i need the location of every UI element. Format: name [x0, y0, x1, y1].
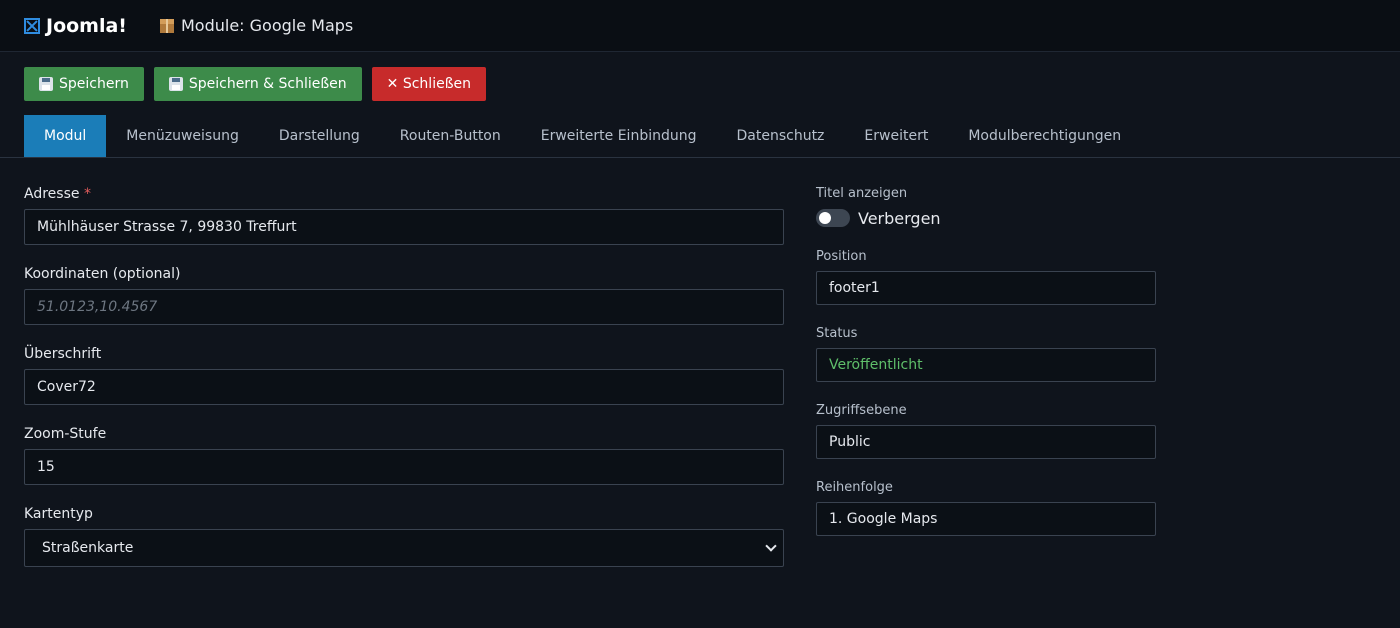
form-content: Adresse * Mühlhäuser Strasse 7, 99830 Tr…: [0, 186, 1400, 588]
zoom-field-group: Zoom-Stufe 15: [24, 426, 784, 485]
save-button[interactable]: Speichern: [24, 67, 144, 101]
coordinates-label: Koordinaten (optional): [24, 266, 181, 282]
address-field-group: Adresse * Mühlhäuser Strasse 7, 99830 Tr…: [24, 186, 784, 245]
save-button-label: Speichern: [59, 76, 129, 92]
access-select[interactable]: Public: [816, 425, 1156, 459]
heading-label: Überschrift: [24, 346, 102, 362]
tab-darstellung[interactable]: Darstellung: [259, 115, 380, 157]
status-select[interactable]: Veröffentlicht: [816, 348, 1156, 382]
coordinates-input[interactable]: 51.0123,10.4567: [24, 289, 784, 325]
tab-modul[interactable]: Modul: [24, 115, 107, 157]
heading-input[interactable]: Cover72: [24, 369, 784, 405]
status-group: Status Veröffentlicht: [816, 326, 1156, 382]
close-button[interactable]: ✕ Schließen: [371, 67, 487, 101]
ordering-group: Reihenfolge 1. Google Maps: [816, 480, 1156, 536]
required-marker: *: [83, 186, 91, 202]
tab-erweiterte-einbindung[interactable]: Erweiterte Einbindung: [521, 115, 717, 157]
access-label: Zugriffsebene: [816, 403, 907, 418]
map-type-select[interactable]: Straßenkarte: [24, 529, 784, 567]
tab-bar: Modul Menüzuweisung Darstellung Routen-B…: [0, 115, 1400, 158]
position-label: Position: [816, 249, 867, 264]
chevron-down-icon: [765, 540, 777, 552]
floppy-disk-icon: [168, 77, 183, 91]
position-group: Position footer1: [816, 249, 1156, 305]
brand-name: Joomla!: [46, 14, 127, 37]
main-form: Adresse * Mühlhäuser Strasse 7, 99830 Tr…: [24, 186, 784, 588]
top-header: Joomla! Module: Google Maps: [0, 0, 1400, 52]
joomla-logo-icon: [24, 17, 40, 34]
position-input[interactable]: footer1: [816, 271, 1156, 305]
package-icon: [159, 18, 175, 34]
zoom-label: Zoom-Stufe: [24, 426, 107, 442]
show-title-toggle[interactable]: [816, 209, 850, 227]
show-title-group: Titel anzeigen Verbergen: [816, 186, 1156, 228]
page-title-text: Module: Google Maps: [180, 16, 354, 35]
zoom-input[interactable]: 15: [24, 449, 784, 485]
status-label: Status: [816, 326, 858, 341]
tab-erweitert[interactable]: Erweitert: [844, 115, 948, 157]
floppy-disk-icon: [39, 77, 53, 91]
tab-menuzuweisung[interactable]: Menüzuweisung: [106, 115, 259, 157]
coordinates-field-group: Koordinaten (optional) 51.0123,10.4567: [24, 266, 784, 325]
show-title-value: Verbergen: [858, 208, 941, 228]
address-input[interactable]: Mühlhäuser Strasse 7, 99830 Treffurt: [24, 209, 784, 245]
save-close-button-label: Speichern & Schließen: [188, 76, 347, 92]
map-type-label: Kartentyp: [24, 506, 93, 522]
brand[interactable]: Joomla!: [24, 15, 127, 37]
map-type-field-group: Kartentyp Straßenkarte: [24, 506, 784, 567]
access-group: Zugriffsebene Public: [816, 403, 1156, 459]
toolbar: Speichern Speichern & Schließen ✕ Schlie…: [0, 52, 1400, 101]
save-close-button[interactable]: Speichern & Schließen: [153, 67, 362, 101]
toggle-knob: [819, 212, 831, 224]
options-sidebar: Titel anzeigen Verbergen Position footer…: [816, 186, 1156, 588]
ordering-label: Reihenfolge: [816, 480, 893, 495]
tab-datenschutz[interactable]: Datenschutz: [717, 115, 845, 157]
show-title-label: Titel anzeigen: [816, 186, 908, 201]
page-title: Module: Google Maps: [159, 16, 353, 35]
tab-modulberechtigungen[interactable]: Modulberechtigungen: [948, 115, 1141, 157]
heading-field-group: Überschrift Cover72: [24, 346, 784, 405]
show-title-toggle-row: Verbergen: [816, 208, 1156, 228]
tab-routen-button[interactable]: Routen-Button: [380, 115, 521, 157]
ordering-select[interactable]: 1. Google Maps: [816, 502, 1156, 536]
address-label: Adresse *: [24, 186, 91, 202]
close-button-label: ✕ Schließen: [386, 76, 472, 92]
map-type-value: Straßenkarte: [42, 540, 134, 556]
